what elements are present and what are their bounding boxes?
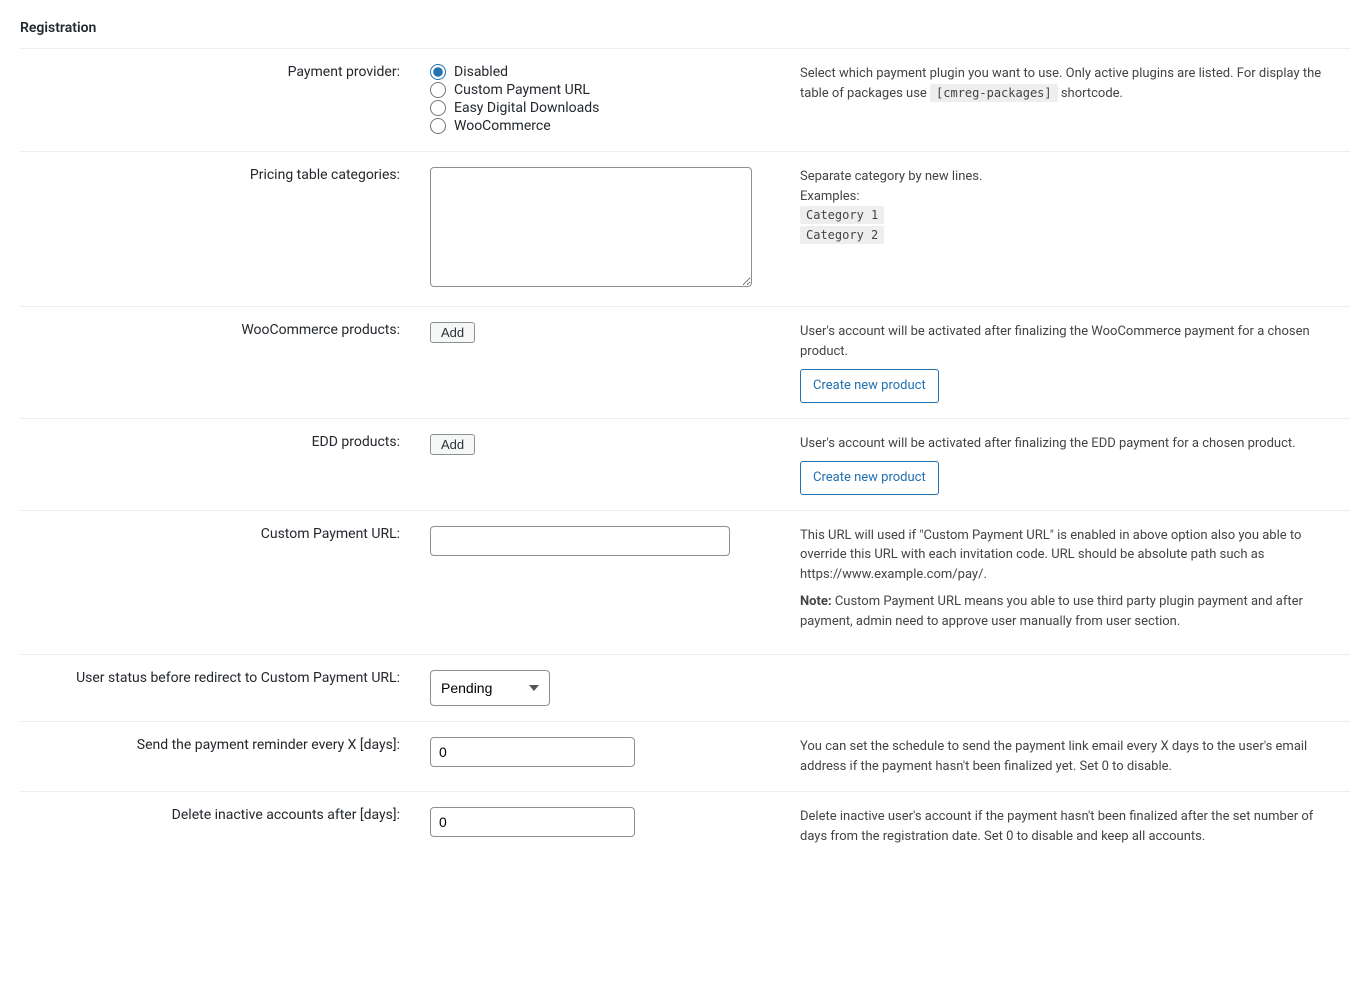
- edd-products-label: EDD products:: [20, 418, 410, 510]
- radio-edd[interactable]: [430, 100, 446, 116]
- custom-url-note: Note: Custom Payment URL means you able …: [800, 592, 1340, 631]
- user-status-label: User status before redirect to Custom Pa…: [20, 655, 410, 722]
- examples-label: Examples:: [800, 187, 1340, 207]
- section-title: Registration: [20, 20, 1350, 44]
- create-edd-product-button[interactable]: Create new product: [800, 461, 939, 495]
- user-status-select[interactable]: Pending: [430, 670, 550, 706]
- custom-url-input[interactable]: [430, 526, 730, 556]
- radio-option-custom[interactable]: Custom Payment URL: [430, 82, 770, 98]
- pricing-categories-textarea[interactable]: [430, 167, 752, 287]
- custom-url-label: Custom Payment URL:: [20, 510, 410, 655]
- woo-products-desc: User's account will be activated after f…: [800, 322, 1340, 361]
- edd-products-desc: User's account will be activated after f…: [800, 434, 1340, 454]
- add-woo-product-button[interactable]: Add: [430, 322, 475, 343]
- radio-label: Custom Payment URL: [454, 82, 590, 98]
- pricing-categories-label: Pricing table categories:: [20, 152, 410, 307]
- create-woo-product-button[interactable]: Create new product: [800, 369, 939, 403]
- shortcode-cmreg-packages: [cmreg-packages]: [930, 84, 1058, 102]
- radio-option-disabled[interactable]: Disabled: [430, 64, 770, 80]
- woo-products-label: WooCommerce products:: [20, 307, 410, 419]
- radio-woo[interactable]: [430, 118, 446, 134]
- custom-url-desc: This URL will used if "Custom Payment UR…: [800, 526, 1340, 585]
- reminder-days-input[interactable]: [430, 737, 635, 767]
- payment-provider-label: Payment provider:: [20, 49, 410, 152]
- payment-provider-desc-tail: shortcode.: [1058, 86, 1123, 101]
- radio-option-edd[interactable]: Easy Digital Downloads: [430, 100, 770, 116]
- radio-custom[interactable]: [430, 82, 446, 98]
- radio-label: Disabled: [454, 64, 508, 80]
- example-category-1: Category 1: [800, 206, 884, 224]
- add-edd-product-button[interactable]: Add: [430, 434, 475, 455]
- radio-disabled[interactable]: [430, 64, 446, 80]
- pricing-categories-desc: Separate category by new lines.: [800, 167, 1340, 187]
- reminder-desc: You can set the schedule to send the pay…: [780, 722, 1350, 792]
- delete-inactive-label: Delete inactive accounts after [days]:: [20, 792, 410, 862]
- payment-provider-radio-group: Disabled Custom Payment URL Easy Digital…: [430, 64, 770, 134]
- radio-option-woo[interactable]: WooCommerce: [430, 118, 770, 134]
- note-bold: Note:: [800, 594, 832, 609]
- delete-inactive-days-input[interactable]: [430, 807, 635, 837]
- radio-label: Easy Digital Downloads: [454, 100, 599, 116]
- delete-inactive-desc: Delete inactive user's account if the pa…: [780, 792, 1350, 862]
- example-category-2: Category 2: [800, 226, 884, 244]
- reminder-label: Send the payment reminder every X [days]…: [20, 722, 410, 792]
- note-text: Custom Payment URL means you able to use…: [800, 594, 1303, 629]
- radio-label: WooCommerce: [454, 118, 551, 134]
